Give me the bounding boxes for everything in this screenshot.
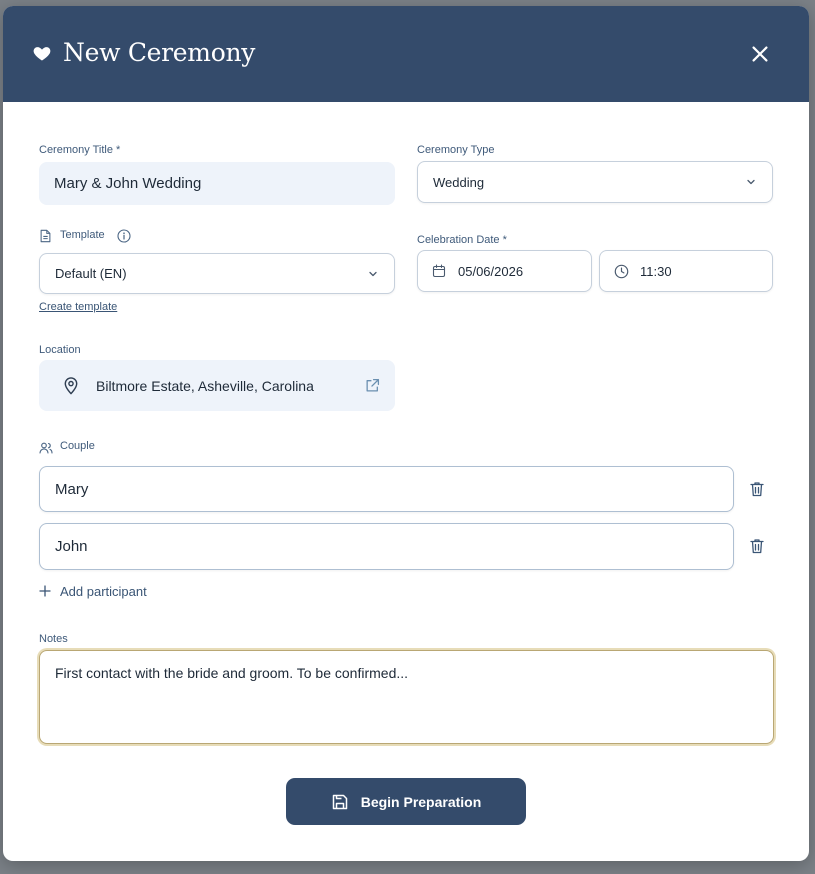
ceremony-title-value: Mary & John Wedding — [54, 175, 202, 192]
map-pin-icon — [64, 377, 78, 395]
ceremony-type-label: Ceremony Type — [417, 144, 495, 156]
trash-icon[interactable] — [748, 537, 766, 555]
new-ceremony-modal: New Ceremony Ceremony Title * Mary & Joh… — [3, 6, 809, 861]
document-icon — [40, 229, 51, 243]
trash-icon[interactable] — [748, 480, 766, 498]
info-icon[interactable] — [117, 229, 131, 243]
celebration-date-label: Celebration Date * — [417, 234, 507, 246]
ceremony-title-input[interactable]: Mary & John Wedding — [39, 162, 395, 205]
add-participant-label: Add participant — [60, 583, 147, 599]
date-value: 05/06/2026 — [458, 263, 524, 279]
template-value: Default (EN) — [55, 266, 127, 281]
ceremony-type-select[interactable]: Wedding — [417, 161, 773, 203]
chevron-down-icon — [369, 271, 377, 277]
participant-input[interactable]: John — [39, 523, 734, 570]
ceremony-title-label: Ceremony Title * — [39, 144, 121, 156]
time-value: 11:30 — [640, 263, 672, 279]
add-participant-button[interactable]: Add participant — [39, 582, 147, 600]
close-icon[interactable] — [749, 43, 771, 65]
modal-header: New Ceremony — [3, 6, 809, 102]
location-input[interactable]: Biltmore Estate, Asheville, Carolina — [39, 360, 395, 411]
template-label: Template — [60, 229, 105, 241]
users-icon — [39, 442, 53, 454]
external-link-icon[interactable] — [365, 378, 380, 393]
modal-title: New Ceremony — [63, 38, 256, 67]
begin-preparation-button[interactable]: Begin Preparation — [286, 778, 526, 825]
heart-icon — [33, 47, 51, 61]
participant-value: John — [55, 538, 88, 555]
begin-preparation-label: Begin Preparation — [360, 793, 482, 810]
template-select[interactable]: Default (EN) — [39, 253, 395, 294]
time-input[interactable]: 11:30 — [599, 250, 773, 292]
date-input[interactable]: 05/06/2026 — [417, 250, 592, 292]
calendar-icon — [432, 264, 446, 278]
location-value: Biltmore Estate, Asheville, Carolina — [96, 377, 314, 394]
clock-icon — [614, 264, 629, 279]
participant-value: Mary — [55, 480, 89, 498]
create-template-link[interactable]: Create template — [39, 301, 117, 313]
save-icon — [332, 794, 347, 809]
notes-label: Notes — [39, 633, 68, 645]
ceremony-type-value: Wedding — [433, 174, 485, 190]
location-label: Location — [39, 344, 81, 356]
plus-icon — [39, 585, 51, 597]
notes-value: First contact with the bride and groom. … — [55, 665, 409, 681]
chevron-down-icon — [747, 179, 755, 185]
couple-label: Couple — [60, 440, 95, 452]
notes-textarea[interactable]: First contact with the bride and groom. … — [39, 650, 774, 744]
participant-input[interactable]: Mary — [39, 466, 734, 512]
